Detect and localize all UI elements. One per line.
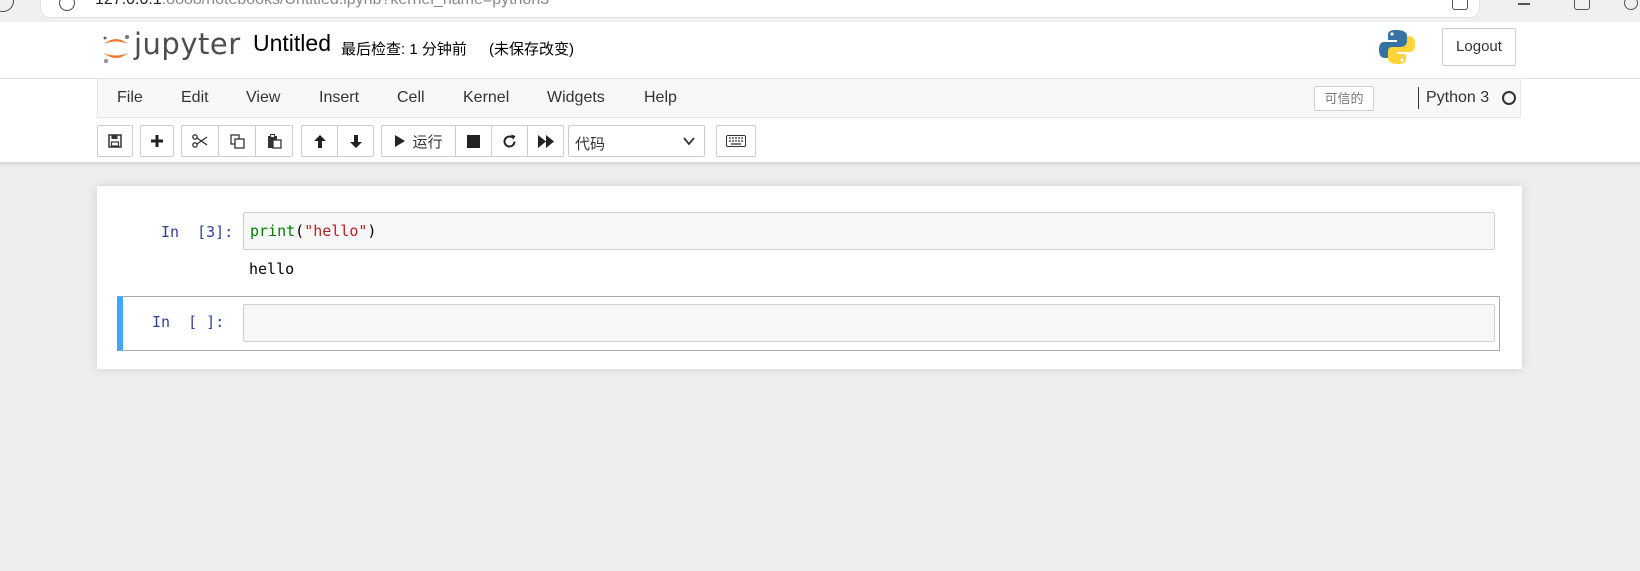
menu-file[interactable]: File bbox=[117, 89, 143, 107]
jupyter-logo-text: jupyter bbox=[134, 27, 241, 61]
plus-icon bbox=[151, 135, 163, 147]
menu-widgets[interactable]: Widgets bbox=[547, 89, 605, 107]
jupyter-logo-icon bbox=[103, 35, 129, 64]
chevron-down-icon bbox=[683, 137, 695, 146]
kernel-idle-icon bbox=[1502, 91, 1516, 105]
kernel-separator bbox=[1418, 87, 1419, 109]
restart-icon bbox=[503, 134, 516, 147]
arrow-up-icon bbox=[313, 134, 326, 148]
collections-icon[interactable] bbox=[1574, 0, 1590, 10]
move-up-button[interactable] bbox=[301, 125, 338, 157]
menu-kernel[interactable]: Kernel bbox=[463, 89, 509, 107]
move-button-group bbox=[301, 125, 374, 157]
info-icon[interactable] bbox=[59, 0, 75, 11]
interrupt-kernel-button[interactable] bbox=[455, 125, 492, 157]
stop-icon bbox=[467, 134, 480, 148]
paste-icon bbox=[267, 133, 282, 149]
notebook-title[interactable]: Untitled bbox=[253, 30, 331, 57]
play-icon bbox=[395, 135, 406, 147]
code-cell-selected[interactable]: In [ ]: bbox=[117, 296, 1500, 351]
logout-button[interactable]: Logout bbox=[1442, 28, 1516, 66]
fast-forward-icon bbox=[537, 134, 554, 148]
menu-help[interactable]: Help bbox=[644, 89, 677, 107]
run-button[interactable]: 运行 bbox=[381, 125, 456, 157]
save-button[interactable] bbox=[97, 125, 133, 157]
notebook-container: In [3]: print("hello") hello In [ ]: bbox=[97, 186, 1522, 369]
clipboard-button-group bbox=[181, 125, 293, 157]
code-text: print("hello") bbox=[250, 222, 377, 240]
profile-icon[interactable] bbox=[1624, 0, 1638, 10]
save-icon bbox=[108, 134, 122, 148]
keyboard-icon bbox=[726, 135, 746, 147]
input-prompt: In [ ]: bbox=[152, 313, 225, 331]
move-down-button[interactable] bbox=[337, 125, 374, 157]
autosave-status: (未保存改变) bbox=[489, 41, 574, 58]
cell-output: hello bbox=[249, 260, 295, 278]
restart-run-all-button[interactable] bbox=[527, 125, 564, 157]
favorites-icon[interactable] bbox=[1518, 0, 1534, 10]
url-text: 127.0.0.1:8888/notebooks/Untitled.ipynb?… bbox=[95, 0, 549, 9]
code-editor[interactable]: print("hello") bbox=[243, 212, 1495, 250]
menu-cell[interactable]: Cell bbox=[397, 89, 425, 107]
code-editor[interactable] bbox=[243, 304, 1495, 342]
kernel-name[interactable]: Python 3 bbox=[1426, 89, 1489, 107]
input-prompt: In [3]: bbox=[161, 223, 234, 241]
trusted-indicator[interactable]: 可信的 bbox=[1314, 86, 1374, 111]
menubar: File Edit View Insert Cell Kernel Widget… bbox=[97, 79, 1521, 118]
add-to-favorites-icon[interactable] bbox=[1452, 0, 1468, 10]
command-palette-button[interactable] bbox=[716, 125, 756, 157]
menu-and-toolbar: File Edit View Insert Cell Kernel Widget… bbox=[0, 78, 1640, 162]
copy-icon bbox=[229, 133, 245, 149]
cut-button[interactable] bbox=[181, 125, 219, 157]
run-label: 运行 bbox=[412, 133, 443, 151]
menu-insert[interactable]: Insert bbox=[319, 89, 359, 107]
insert-cell-button[interactable] bbox=[140, 125, 174, 157]
cut-icon bbox=[192, 134, 208, 148]
paste-button[interactable] bbox=[255, 125, 293, 157]
cell-type-select[interactable]: 代码 bbox=[568, 125, 705, 157]
python-logo-icon bbox=[1379, 30, 1415, 64]
browser-toolbar: 127.0.0.1:8888/notebooks/Untitled.ipynb?… bbox=[0, 0, 1640, 22]
menu-edit[interactable]: Edit bbox=[181, 89, 209, 107]
restart-kernel-button[interactable] bbox=[491, 125, 528, 157]
arrow-down-icon bbox=[349, 134, 362, 148]
code-cell[interactable]: In [3]: print("hello") hello bbox=[117, 210, 1500, 290]
address-bar[interactable]: 127.0.0.1:8888/notebooks/Untitled.ipynb?… bbox=[40, 0, 1480, 18]
copy-button[interactable] bbox=[218, 125, 256, 157]
cell-type-value: 代码 bbox=[575, 136, 606, 153]
menu-view[interactable]: View bbox=[246, 89, 280, 107]
notebook-header: jupyter Untitled 最后检查: 1 分钟前 (未保存改变) Log… bbox=[0, 22, 1640, 78]
checkpoint-status: 最后检查: 1 分钟前 bbox=[341, 41, 467, 58]
run-button-group: 运行 bbox=[381, 125, 564, 157]
browser-back-icon[interactable] bbox=[0, 0, 14, 12]
jupyter-logo[interactable]: jupyter bbox=[100, 27, 265, 66]
